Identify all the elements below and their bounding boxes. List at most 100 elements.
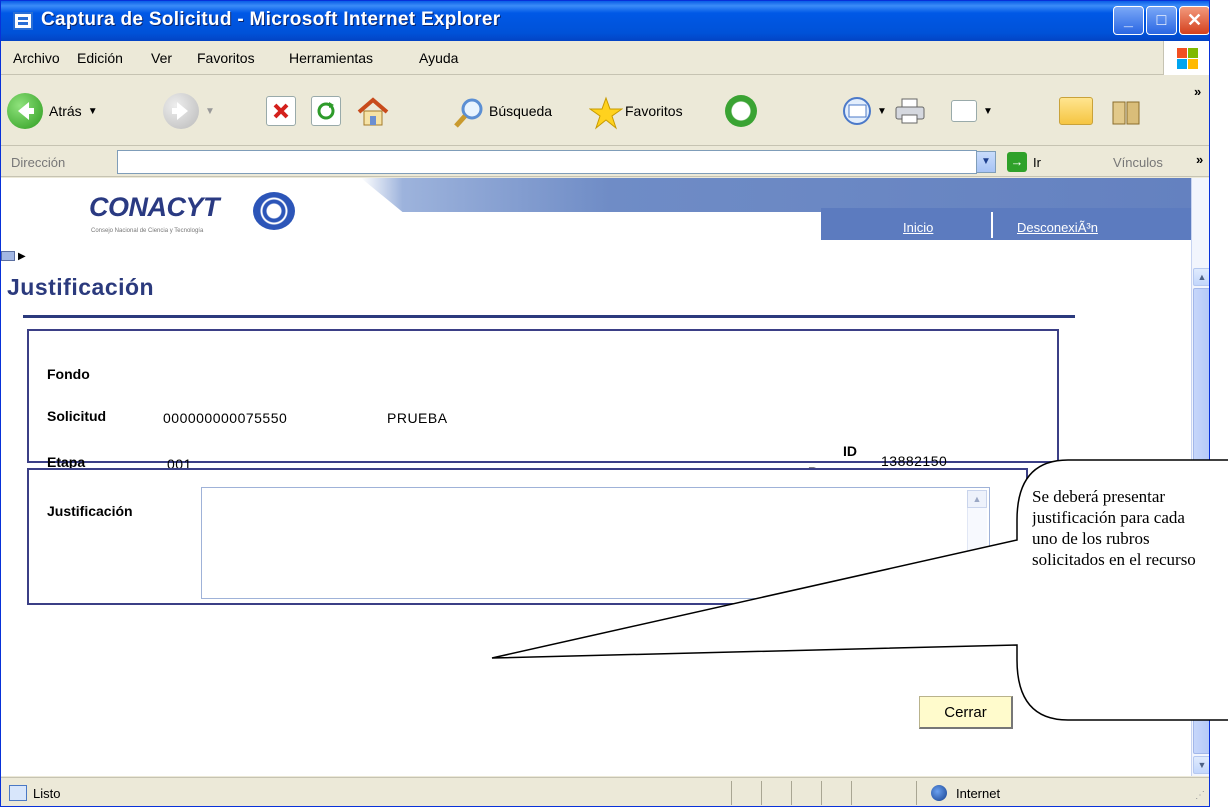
search-label: Búsqueda — [489, 103, 553, 119]
logo-text: CONACYT — [89, 192, 220, 222]
menu-ayuda[interactable]: Ayuda — [419, 50, 458, 66]
messenger-button[interactable] — [1109, 90, 1140, 132]
conacyt-logo: CONACYT Consejo Nacional de Ciencia y Te… — [89, 192, 220, 234]
header-tab-strip — [821, 208, 1191, 240]
forward-button[interactable]: ▼ — [163, 90, 215, 132]
home-icon — [356, 96, 389, 126]
request-info-panel: Fondo Solicitud 000000000075550 PRUEBA E… — [27, 329, 1059, 480]
scroll-down-icon[interactable]: ▼ — [1193, 756, 1209, 774]
mail-button[interactable]: ▼ — [841, 90, 887, 132]
solicitud-name: PRUEBA — [387, 410, 448, 426]
close-window-button[interactable]: ✕ — [1179, 6, 1209, 35]
forward-dropdown-icon[interactable]: ▼ — [205, 106, 215, 117]
search-icon — [453, 96, 483, 128]
window-title: Captura de Solicitud - Microsoft Interne… — [41, 9, 501, 30]
favorites-button[interactable]: Favoritos — [588, 90, 683, 132]
go-arrow-icon[interactable]: → — [1007, 152, 1027, 172]
windows-logo-icon — [1163, 41, 1209, 75]
callout-note: Se deberá presentar justificación para c… — [1032, 486, 1228, 586]
solicitud-label: Solicitud — [47, 408, 107, 424]
page-scrollbar[interactable]: ▲ ▼ — [1191, 178, 1209, 776]
stop-button[interactable] — [266, 90, 296, 132]
links-overflow-icon[interactable]: » — [1196, 152, 1203, 167]
menu-toggle-icon[interactable] — [1, 251, 15, 261]
back-button[interactable]: Atrás ▼ — [7, 90, 98, 132]
title-divider — [23, 315, 1075, 318]
mail-icon — [841, 96, 871, 126]
title-bar: Captura de Solicitud - Microsoft Interne… — [1, 1, 1209, 41]
address-bar: Dirección ▼ → Ir Vínculos » — [1, 147, 1209, 177]
menu-archivo[interactable]: Archivo — [13, 50, 60, 66]
menu-favoritos[interactable]: Favoritos — [197, 50, 255, 66]
callout-line: uno de los rubros — [1032, 529, 1150, 548]
address-dropdown-icon[interactable]: ▼ — [976, 151, 996, 173]
back-dropdown-icon[interactable]: ▼ — [88, 106, 98, 117]
print-button[interactable] — [893, 90, 925, 132]
id-label: ID — [843, 443, 857, 459]
maximize-button[interactable]: □ — [1146, 6, 1177, 35]
folder-icon — [1059, 97, 1093, 125]
minimize-button[interactable]: _ — [1113, 6, 1144, 35]
folder-button[interactable] — [1059, 90, 1093, 132]
cerrar-button[interactable]: Cerrar — [919, 696, 1013, 729]
justificacion-label: Justificación — [47, 503, 133, 519]
ie-app-icon — [13, 12, 33, 30]
browser-window: Captura de Solicitud - Microsoft Interne… — [0, 0, 1210, 807]
stop-icon — [266, 96, 296, 126]
toolbar-overflow-icon[interactable]: » — [1194, 84, 1201, 99]
edit-icon — [951, 100, 977, 122]
history-button[interactable] — [725, 90, 757, 132]
address-input[interactable] — [117, 150, 977, 174]
internet-zone-icon — [931, 785, 947, 801]
menu-herramientas[interactable]: Herramientas — [289, 50, 373, 66]
status-text: Listo — [33, 786, 61, 801]
nav-inicio-link[interactable]: Inicio — [903, 220, 933, 235]
address-label: Dirección — [11, 155, 66, 170]
nav-desconexion-link[interactable]: DesconexiÃ³n — [1017, 220, 1098, 235]
go-button[interactable]: Ir — [1033, 155, 1041, 170]
favorites-icon — [588, 96, 624, 130]
callout-line: solicitados en el recurso — [1032, 550, 1196, 569]
expand-arrow-icon[interactable]: ▶ — [18, 251, 26, 262]
favorites-label: Favoritos — [625, 103, 683, 119]
forward-icon — [163, 93, 199, 129]
toolbar: Atrás ▼ ▼ Búsqueda Favoritos ▼ ▼ » — [1, 76, 1209, 146]
security-zone-text: Internet — [956, 786, 1001, 801]
textarea-scroll-down-icon[interactable]: ▼ — [967, 580, 987, 598]
id-recurso-value: 13882150 — [881, 453, 948, 469]
search-button[interactable]: Búsqueda — [453, 90, 552, 132]
edit-button[interactable]: ▼ — [951, 90, 993, 132]
back-label: Atrás — [49, 103, 82, 119]
textarea-scroll-track[interactable] — [967, 508, 987, 580]
history-icon — [725, 95, 757, 127]
status-bar: Listo Internet ⋰ — [1, 777, 1209, 806]
solicitud-number: 000000000075550 — [163, 410, 288, 426]
header-band — [361, 178, 1191, 212]
back-icon — [7, 93, 43, 129]
justification-panel: Justificación ▲ ▼ — [27, 468, 1028, 605]
print-icon — [893, 96, 925, 126]
textarea-scroll-up-icon[interactable]: ▲ — [967, 490, 987, 508]
scroll-up-icon[interactable]: ▲ — [1193, 268, 1209, 286]
logo-subtitle: Consejo Nacional de Ciencia y Tecnología — [91, 228, 204, 234]
page-status-icon — [9, 785, 27, 801]
callout-line: Se deberá presentar — [1032, 487, 1166, 506]
links-label[interactable]: Vínculos — [1113, 155, 1163, 170]
page-title: Justificación — [7, 274, 155, 300]
fondo-label: Fondo — [47, 366, 90, 382]
refresh-button[interactable] — [311, 90, 341, 132]
messenger-icon — [1109, 96, 1140, 126]
resize-grip-icon[interactable]: ⋰ — [1195, 790, 1205, 801]
menu-edicion[interactable]: Edición — [77, 50, 123, 66]
refresh-icon — [311, 96, 341, 126]
mail-dropdown-icon[interactable]: ▼ — [877, 106, 887, 117]
nav-divider — [991, 212, 993, 238]
home-button[interactable] — [356, 90, 389, 132]
conacyt-seal-icon — [253, 192, 295, 230]
page-content: Inicio DesconexiÃ³n CONACYT Consejo Naci… — [1, 178, 1191, 776]
edit-dropdown-icon[interactable]: ▼ — [983, 106, 993, 117]
menu-ver[interactable]: Ver — [151, 50, 172, 66]
menu-bar: Archivo Edición Ver Favoritos Herramient… — [1, 41, 1209, 75]
callout-line: justificación para cada — [1032, 508, 1185, 527]
justificacion-textarea[interactable]: ▲ ▼ — [201, 487, 990, 599]
